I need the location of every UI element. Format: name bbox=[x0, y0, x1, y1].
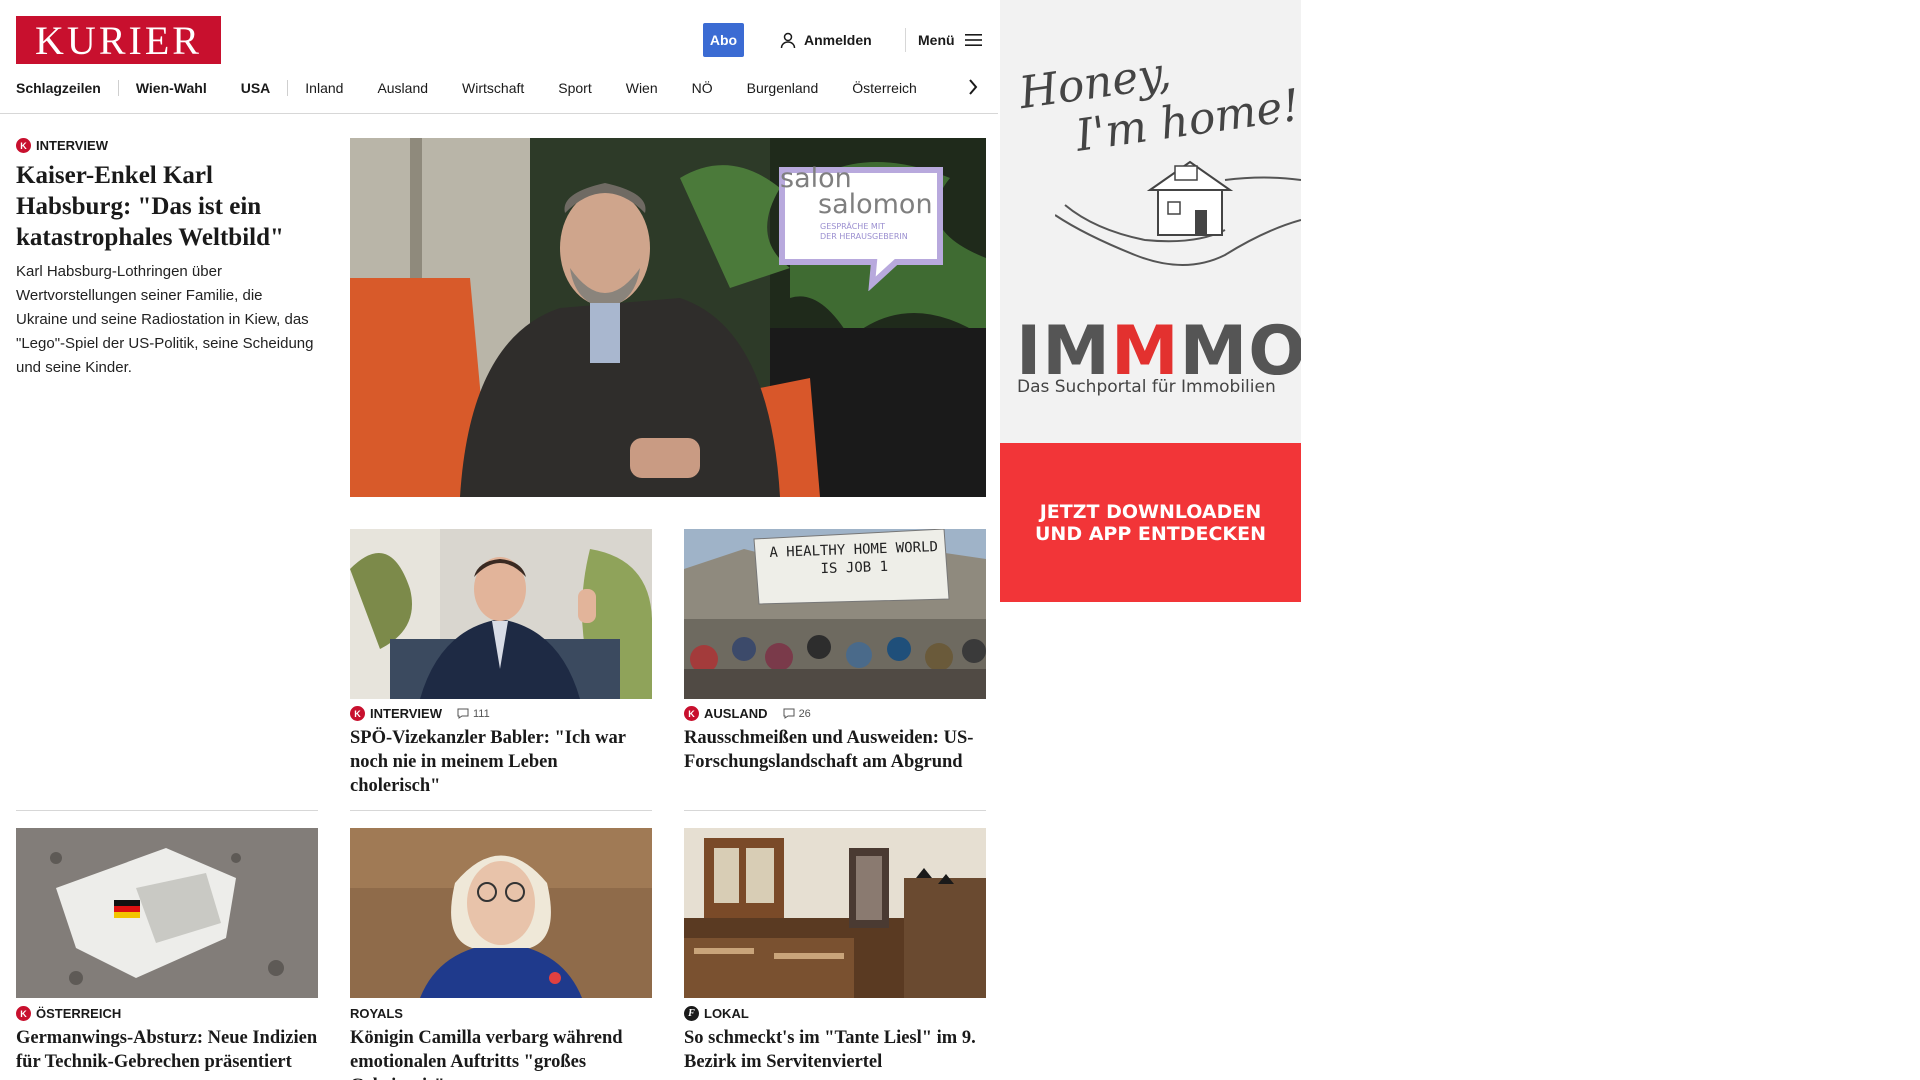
nav-wien[interactable]: Wien bbox=[609, 80, 675, 96]
comment-icon bbox=[783, 708, 795, 719]
article-title[interactable]: SPÖ-Vizekanzler Babler: "Ich war noch ni… bbox=[350, 726, 652, 798]
nav-noe[interactable]: NÖ bbox=[675, 80, 730, 96]
salon-salomon-logo: salon salomon GESPRÄCHE MIT DER HERAUSGE… bbox=[778, 165, 944, 291]
restaurant-photo bbox=[684, 828, 986, 998]
wreckage-photo bbox=[16, 828, 318, 998]
salon-tagline: GESPRÄCHE MIT DER HERAUSGEBERIN bbox=[820, 222, 908, 242]
comment-count-value: 26 bbox=[798, 707, 811, 720]
ad-subtitle: Das Suchportal für Immobilien bbox=[1017, 377, 1276, 397]
tagline-line1: GESPRÄCHE MIT bbox=[820, 222, 886, 231]
article-image-germanwings[interactable] bbox=[16, 828, 318, 998]
lead-image[interactable]: salon salomon GESPRÄCHE MIT DER HERAUSGE… bbox=[350, 138, 986, 497]
nav-wirtschaft[interactable]: Wirtschaft bbox=[445, 80, 541, 96]
hamburger-icon bbox=[964, 34, 982, 46]
site-header: KURIER Abo Anmelden Menü Schlagzeilen Wi… bbox=[0, 0, 998, 114]
nav-inland[interactable]: Inland bbox=[288, 80, 360, 96]
article-title[interactable]: So schmeckt's im "Tante Liesl" im 9. Bez… bbox=[684, 1026, 986, 1074]
article-title[interactable]: Germanwings-Absturz: Neue Indizien für T… bbox=[16, 1026, 318, 1074]
article-tante-liesl[interactable]: f LOKAL So schmeckt's im "Tante Liesl" i… bbox=[684, 1006, 986, 1074]
ad-cta-line1: JETZT DOWNLOADEN bbox=[1039, 500, 1262, 523]
kurier-plus-icon: K bbox=[16, 1006, 31, 1021]
ad-cta-button[interactable]: JETZT DOWNLOADEN UND APP ENTDECKEN bbox=[1000, 443, 1301, 602]
salon-salomon-wordmark: salon salomon bbox=[780, 165, 933, 220]
kicker-label: ÖSTERREICH bbox=[36, 1006, 122, 1021]
kurier-logo[interactable]: KURIER bbox=[16, 16, 221, 64]
lead-teaser: Karl Habsburg-Lothringen über Wertvorste… bbox=[16, 263, 314, 376]
salomon-line: salomon bbox=[818, 189, 933, 220]
article-kicker: ROYALS bbox=[350, 1006, 652, 1021]
article-kicker: K ÖSTERREICH bbox=[16, 1006, 318, 1021]
nav-wien-wahl[interactable]: Wien-Wahl bbox=[119, 80, 224, 96]
article-kicker: K AUSLAND 26 bbox=[684, 706, 986, 721]
lead-title[interactable]: Kaiser-Enkel Karl Habsburg: "Das ist ein… bbox=[16, 160, 316, 253]
column-divider bbox=[684, 810, 986, 811]
nav-schlagzeilen[interactable]: Schlagzeilen bbox=[16, 80, 118, 96]
menu-button[interactable]: Menü bbox=[918, 28, 982, 52]
comment-count[interactable]: 26 bbox=[783, 708, 811, 720]
comment-count[interactable]: 111 bbox=[457, 708, 490, 720]
kicker-label: LOKAL bbox=[704, 1006, 749, 1021]
section-nav: Schlagzeilen Wien-Wahl USA Inland Auslan… bbox=[16, 77, 934, 99]
chevron-right-icon bbox=[969, 79, 978, 95]
login-label: Anmelden bbox=[804, 32, 872, 48]
nav-oesterreich[interactable]: Österreich bbox=[835, 80, 934, 96]
ad-headline: Honey, I'm home! bbox=[1016, 31, 1301, 168]
article-image-camilla[interactable] bbox=[350, 828, 652, 998]
babler-photo bbox=[350, 529, 652, 699]
hand-house-icon bbox=[1055, 160, 1301, 266]
article-camilla[interactable]: ROYALS Königin Camilla verbarg während e… bbox=[350, 1006, 652, 1080]
kicker-label: AUSLAND bbox=[704, 706, 768, 721]
kicker-label: INTERVIEW bbox=[370, 706, 442, 721]
menu-label: Menü bbox=[918, 32, 955, 48]
lead-kicker: K INTERVIEW bbox=[16, 138, 316, 153]
user-icon bbox=[780, 32, 796, 48]
nav-scroll-right-button[interactable] bbox=[968, 76, 982, 98]
immmo-advertisement[interactable]: Honey, I'm home! IMMMO Das Suchportal fü… bbox=[1000, 0, 1301, 602]
comment-count-value: 111 bbox=[473, 707, 490, 720]
nav-sport[interactable]: Sport bbox=[541, 80, 608, 96]
column-divider bbox=[16, 810, 318, 811]
article-germanwings[interactable]: K ÖSTERREICH Germanwings-Absturz: Neue I… bbox=[16, 1006, 318, 1074]
article-us-research[interactable]: K AUSLAND 26 Rausschmeißen und Ausweiden… bbox=[684, 706, 986, 774]
article-title[interactable]: Königin Camilla verbarg während emotiona… bbox=[350, 1026, 652, 1080]
column-divider bbox=[350, 810, 652, 811]
article-image-protest[interactable]: A HEALTHY HOME WORLD IS JOB 1 bbox=[684, 529, 986, 699]
ad-banner-top: Honey, I'm home! IMMMO Das Suchportal fü… bbox=[1000, 0, 1301, 443]
comment-icon bbox=[457, 708, 469, 719]
lead-article[interactable]: K INTERVIEW Kaiser-Enkel Karl Habsburg: … bbox=[16, 138, 316, 380]
article-image-babler[interactable] bbox=[350, 529, 652, 699]
article-kicker: K INTERVIEW 111 bbox=[350, 706, 652, 721]
ad-cta-line2: UND APP ENTDECKEN bbox=[1034, 522, 1267, 545]
tagline-line2: DER HERAUSGEBERIN bbox=[820, 232, 908, 241]
article-image-restaurant[interactable] bbox=[684, 828, 986, 998]
article-babler[interactable]: K INTERVIEW 111 SPÖ-Vizekanzler Babler: … bbox=[350, 706, 652, 798]
article-kicker: f LOKAL bbox=[684, 1006, 986, 1021]
protest-sign-text: A HEALTHY HOME WORLD IS JOB 1 bbox=[763, 538, 944, 580]
freizeit-icon: f bbox=[684, 1006, 699, 1021]
nav-ausland[interactable]: Ausland bbox=[360, 80, 445, 96]
nav-burgenland[interactable]: Burgenland bbox=[730, 80, 836, 96]
kurier-plus-icon: K bbox=[350, 706, 365, 721]
article-title[interactable]: Rausschmeißen und Ausweiden: US-Forschun… bbox=[684, 726, 986, 774]
kurier-plus-icon: K bbox=[684, 706, 699, 721]
kurier-plus-icon: K bbox=[16, 138, 31, 153]
login-button[interactable]: Anmelden bbox=[780, 28, 872, 52]
abo-button[interactable]: Abo bbox=[703, 23, 744, 57]
camilla-photo bbox=[350, 828, 652, 998]
kicker-label: INTERVIEW bbox=[36, 138, 108, 153]
nav-usa[interactable]: USA bbox=[224, 80, 288, 96]
kicker-label: ROYALS bbox=[350, 1006, 403, 1021]
header-divider bbox=[905, 28, 906, 52]
